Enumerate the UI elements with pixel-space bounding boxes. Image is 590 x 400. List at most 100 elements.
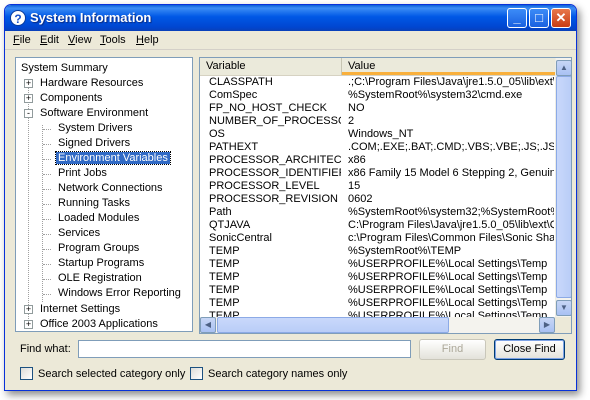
variable-cell: FP_NO_HOST_CHECK — [209, 102, 327, 114]
table-row[interactable]: TEMP %USERPROFILE%\Local Settings\Temp — [200, 284, 555, 297]
find-what-input[interactable] — [78, 340, 411, 358]
variable-cell: QTJAVA — [209, 219, 251, 231]
tree-item-loaded-modules[interactable]: Loaded Modules — [56, 211, 141, 226]
close-icon: ✕ — [555, 10, 567, 25]
checkbox-box[interactable] — [20, 367, 33, 380]
search-category-names-label: Search category names only — [208, 368, 348, 380]
system-information-window: ? System Information _ □ ✕ File Edit Vie… — [4, 4, 577, 391]
value-cell: 15 — [348, 180, 361, 192]
tree-item-print-jobs[interactable]: Print Jobs — [56, 166, 109, 181]
window-title: System Information — [30, 10, 152, 25]
value-cell: %SystemRoot%\system32\cmd.exe — [348, 89, 523, 101]
table-row[interactable]: PROCESSOR_ARCHITEC... x86 — [200, 154, 555, 167]
table-row[interactable]: CLASSPATH .;C:\Program Files\Java\jre1.5.… — [200, 76, 555, 89]
tree-item-signed-drivers[interactable]: Signed Drivers — [56, 136, 132, 151]
value-cell: %SystemRoot%\system32;%SystemRoot%;%S — [348, 206, 554, 218]
tree-item-system-summary[interactable]: System Summary — [19, 61, 110, 76]
find-button[interactable]: Find — [419, 339, 486, 360]
variable-cell: TEMP — [209, 310, 240, 317]
variable-cell: PROCESSOR_LEVEL — [209, 180, 320, 192]
value-cell: %USERPROFILE%\Local Settings\Temp — [348, 310, 548, 317]
checkbox-box[interactable] — [190, 367, 203, 380]
variable-cell: TEMP — [209, 271, 240, 283]
scroll-left-icon[interactable]: ◀ — [200, 317, 216, 333]
menu-file[interactable]: File — [13, 34, 31, 46]
list-header: Variable Value — [200, 58, 555, 76]
value-cell: NO — [348, 102, 365, 114]
variable-cell: PROCESSOR_IDENTIFIER — [209, 167, 341, 179]
value-cell: %USERPROFILE%\Local Settings\Temp — [348, 258, 548, 270]
menu-edit[interactable]: Edit — [40, 34, 59, 46]
variable-cell: CLASSPATH — [209, 76, 273, 88]
variable-cell: TEMP — [209, 258, 240, 270]
table-row[interactable]: PATHEXT .COM;.EXE;.BAT;.CMD;.VBS;.VBE;.JS… — [200, 141, 555, 154]
menu-view[interactable]: View — [68, 34, 92, 46]
close-button[interactable]: ✕ — [551, 8, 571, 28]
vertical-scrollbar[interactable]: ▲ ▼ — [555, 58, 571, 317]
tree-item-program-groups[interactable]: Program Groups — [56, 241, 141, 256]
collapse-icon[interactable]: - — [24, 109, 33, 118]
maximize-button[interactable]: □ — [529, 8, 549, 28]
tree-item-running-tasks[interactable]: Running Tasks — [56, 196, 132, 211]
table-row[interactable]: PROCESSOR_LEVEL 15 — [200, 180, 555, 193]
close-find-button[interactable]: Close Find — [494, 339, 565, 360]
horizontal-scroll-thumb[interactable] — [217, 317, 449, 333]
variable-cell: PROCESSOR_REVISION — [209, 193, 338, 205]
vertical-scroll-thumb[interactable] — [556, 76, 571, 298]
maximize-icon: □ — [535, 10, 543, 25]
tree-item-startup-programs[interactable]: Startup Programs — [56, 256, 146, 271]
table-row[interactable]: TEMP %SystemRoot%\TEMP — [200, 245, 555, 258]
environment-variables-list[interactable]: Variable Value CLASSPATH .;C:\Program Fil… — [199, 57, 572, 334]
variable-cell: Path — [209, 206, 232, 218]
tree-item-ole-registration[interactable]: OLE Registration — [56, 271, 144, 286]
table-row[interactable]: NUMBER_OF_PROCESSO... 2 — [200, 115, 555, 128]
table-row[interactable]: FP_NO_HOST_CHECK NO — [200, 102, 555, 115]
variable-cell: NUMBER_OF_PROCESSO... — [209, 115, 341, 127]
tree-item-services[interactable]: Services — [56, 226, 102, 241]
value-cell: 0602 — [348, 193, 373, 205]
expand-icon[interactable]: + — [24, 305, 33, 314]
tree-item-windows-error-reporting[interactable]: Windows Error Reporting — [56, 286, 183, 301]
table-row[interactable]: SonicCentral c:\Program Files\Common File… — [200, 232, 555, 245]
minimize-icon: _ — [513, 10, 521, 25]
column-header-value[interactable]: Value — [342, 58, 555, 75]
category-tree[interactable]: System Summary + Hardware Resources + Co… — [15, 57, 193, 332]
table-row[interactable]: TEMP %USERPROFILE%\Local Settings\Temp — [200, 271, 555, 284]
variable-cell: SonicCentral — [209, 232, 272, 244]
menu-help[interactable]: Help — [136, 34, 159, 46]
table-row[interactable]: QTJAVA C:\Program Files\Java\jre1.5.0_05\… — [200, 219, 555, 232]
scroll-right-icon[interactable]: ▶ — [539, 317, 555, 333]
scroll-down-icon[interactable]: ▼ — [556, 300, 571, 316]
scroll-up-icon[interactable]: ▲ — [556, 60, 571, 76]
tree-item-network-connections[interactable]: Network Connections — [56, 181, 165, 196]
tree-item-system-drivers[interactable]: System Drivers — [56, 121, 135, 136]
title-bar[interactable]: ? System Information _ □ ✕ — [5, 5, 576, 31]
column-header-variable[interactable]: Variable — [200, 58, 342, 75]
expand-icon[interactable]: + — [24, 79, 33, 88]
value-cell: %USERPROFILE%\Local Settings\Temp — [348, 271, 548, 283]
table-row[interactable]: PROCESSOR_REVISION 0602 — [200, 193, 555, 206]
value-cell: 2 — [348, 115, 355, 127]
expand-icon[interactable]: + — [24, 320, 33, 329]
minimize-button[interactable]: _ — [507, 8, 527, 28]
tree-item-environment-variables[interactable]: Environment Variables — [55, 151, 171, 166]
variable-cell: OS — [209, 128, 225, 140]
value-cell: x86 Family 15 Model 6 Stepping 2, Genuin… — [348, 167, 554, 179]
table-row[interactable]: TEMP %USERPROFILE%\Local Settings\Temp — [200, 258, 555, 271]
question-circle-icon: ? — [10, 10, 26, 26]
find-what-label: Find what: — [20, 343, 71, 355]
horizontal-scrollbar[interactable]: ◀ ▶ — [200, 317, 555, 333]
expand-icon[interactable]: + — [24, 94, 33, 103]
table-row[interactable]: Path %SystemRoot%\system32;%SystemRoot%;%… — [200, 206, 555, 219]
menu-tools[interactable]: Tools — [100, 34, 126, 46]
table-row[interactable]: OS Windows_NT — [200, 128, 555, 141]
variable-cell: TEMP — [209, 297, 240, 309]
table-row[interactable]: TEMP %USERPROFILE%\Local Settings\Temp — [200, 297, 555, 310]
table-row[interactable]: TEMP %USERPROFILE%\Local Settings\Temp — [200, 310, 555, 317]
variable-cell: ComSpec — [209, 89, 258, 101]
table-row[interactable]: PROCESSOR_IDENTIFIER x86 Family 15 Model … — [200, 167, 555, 180]
table-row[interactable]: ComSpec %SystemRoot%\system32\cmd.exe — [200, 89, 555, 102]
value-cell: %SystemRoot%\TEMP — [348, 245, 462, 257]
variable-cell: TEMP — [209, 284, 240, 296]
value-cell: Windows_NT — [348, 128, 414, 140]
